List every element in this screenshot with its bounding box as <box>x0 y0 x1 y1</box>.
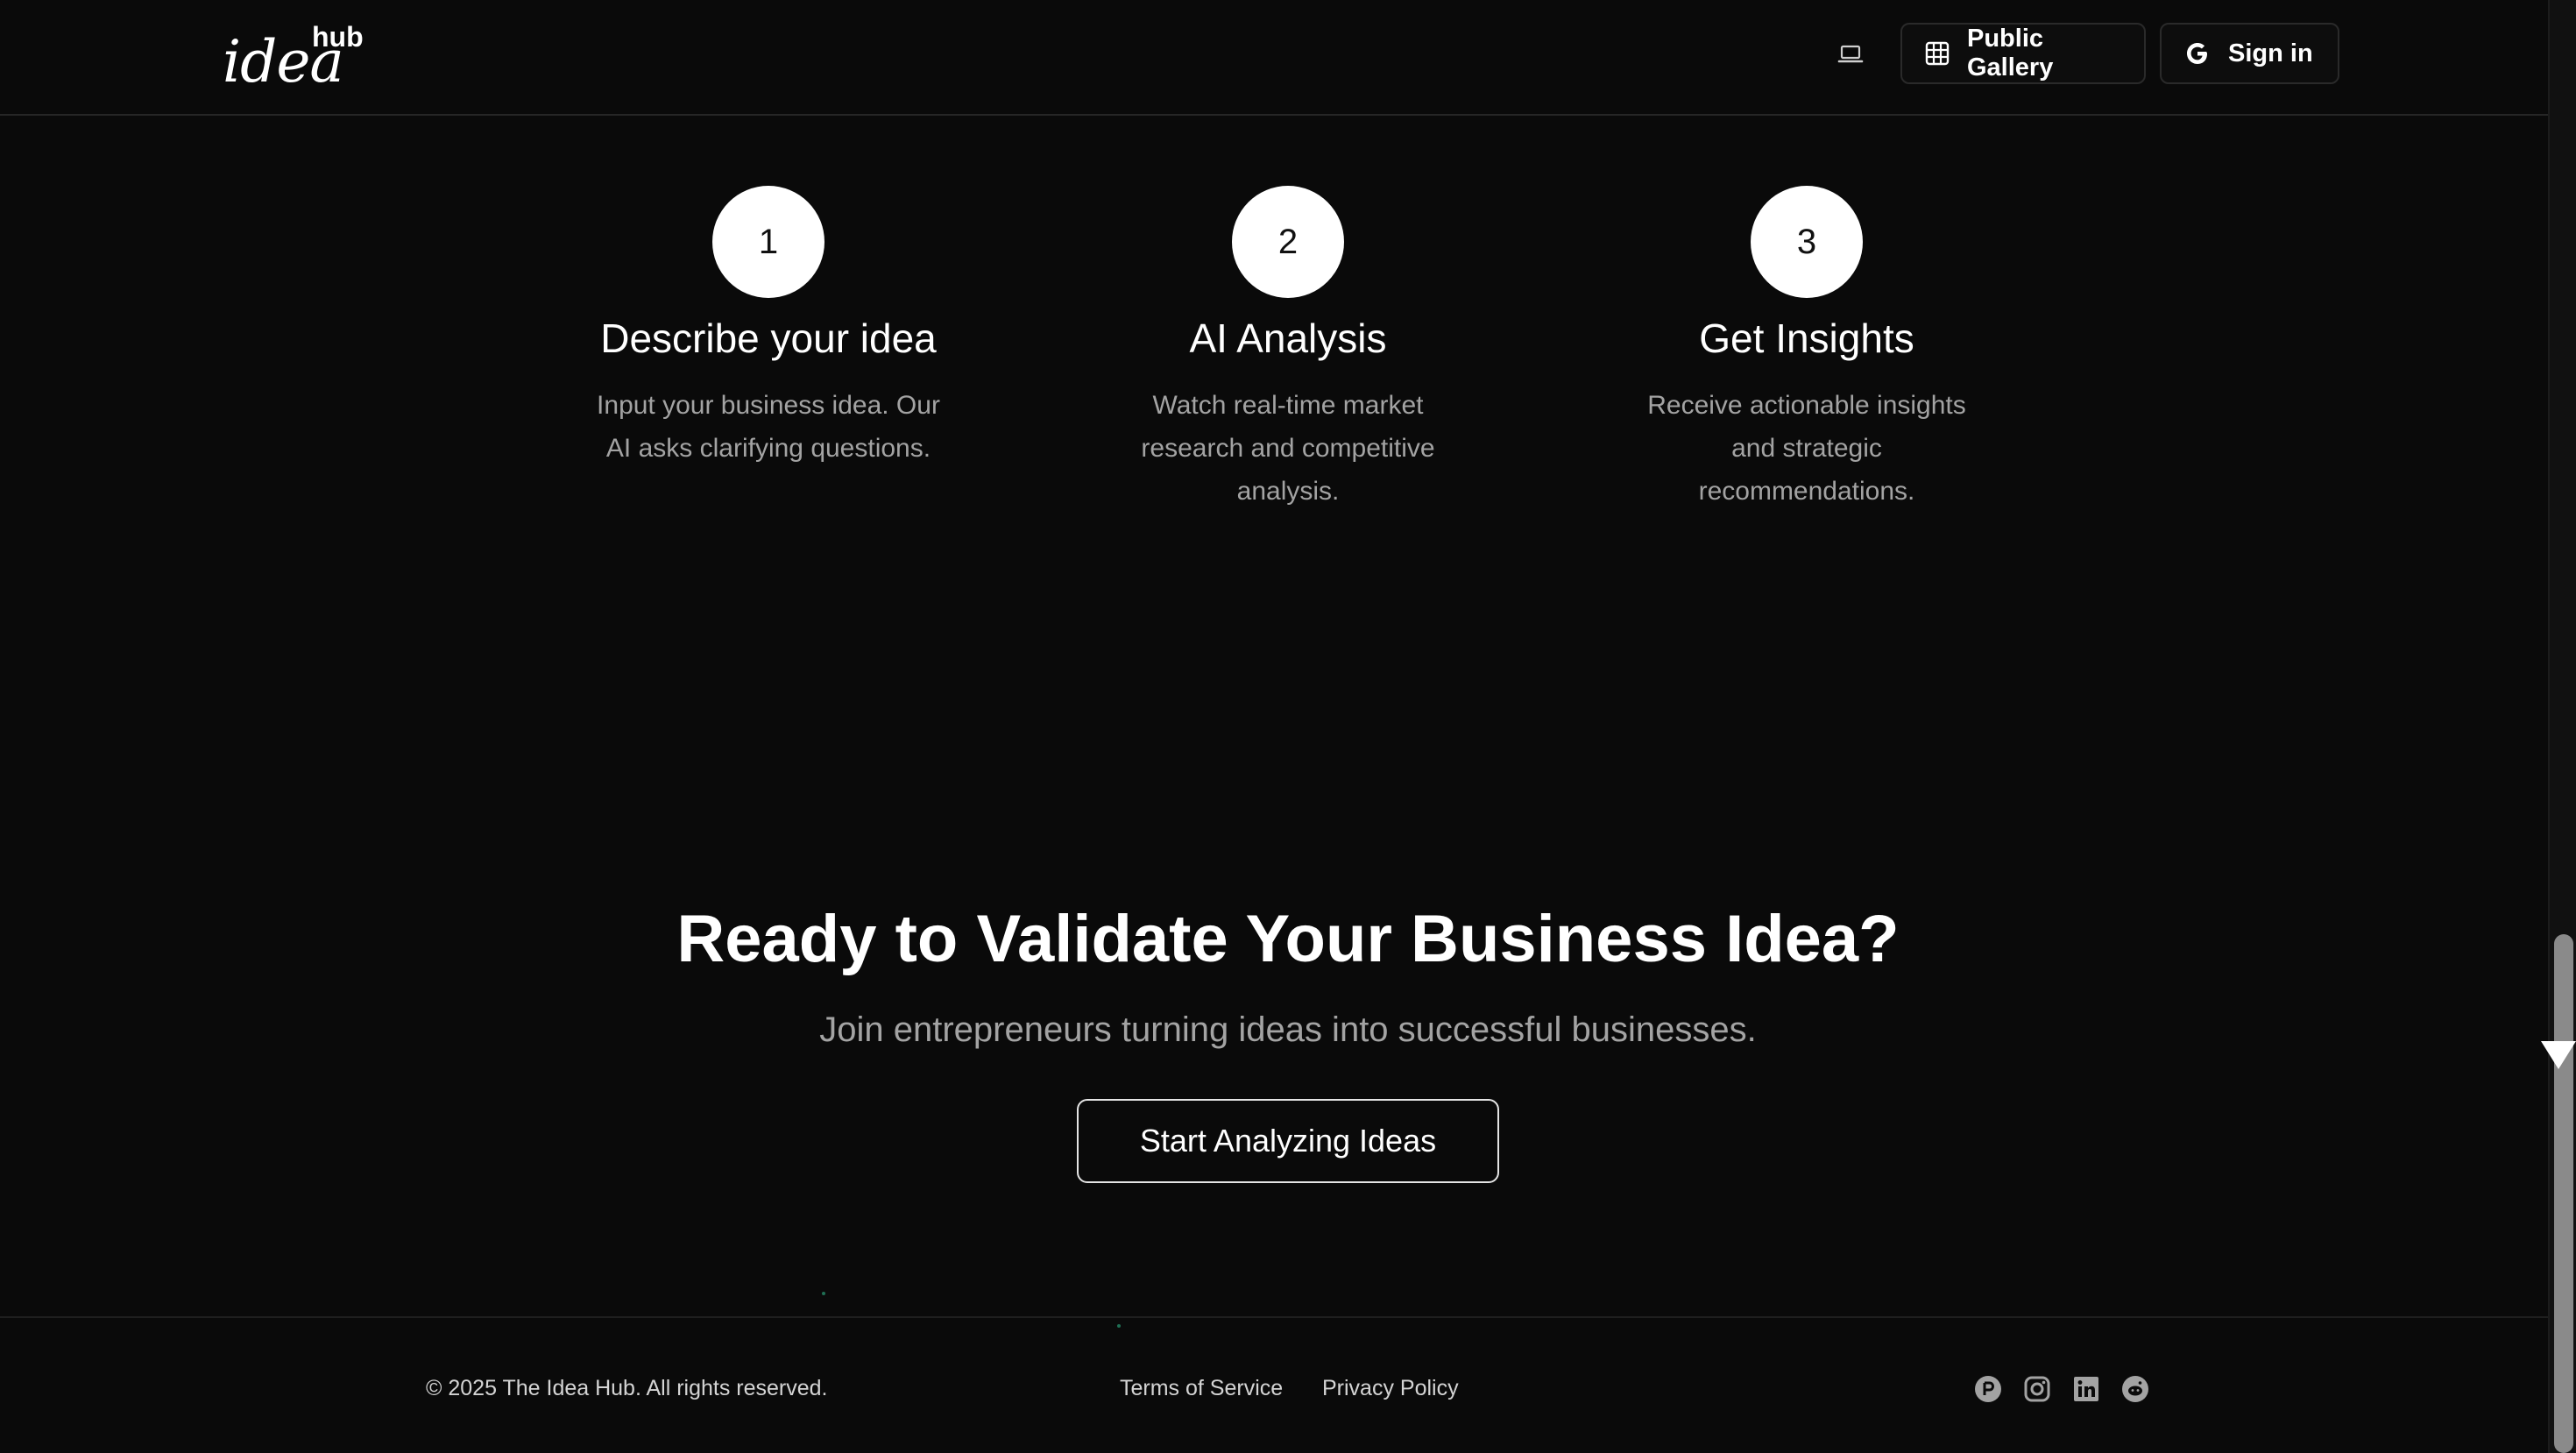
privacy-link[interactable]: Privacy Policy <box>1322 1376 1459 1401</box>
sign-in-button[interactable]: Sign in <box>2160 23 2339 84</box>
public-gallery-button[interactable]: Public Gallery <box>1900 23 2146 84</box>
step-card-1: 1 Describe your idea Input your business… <box>584 186 952 470</box>
step-description: Input your business idea. Our AI asks cl… <box>597 391 940 463</box>
producthunt-icon <box>1975 1376 2001 1402</box>
step-number-badge: 3 <box>1751 186 1863 298</box>
producthunt-link[interactable] <box>1973 1374 2003 1404</box>
step-number-badge: 1 <box>712 186 824 298</box>
logo-superscript: hub <box>312 21 364 53</box>
instagram-icon <box>2024 1376 2050 1402</box>
step-title: Describe your idea <box>600 315 937 361</box>
instagram-link[interactable] <box>2022 1374 2052 1404</box>
start-analyzing-button[interactable]: Start Analyzing Ideas <box>1077 1099 1499 1183</box>
footer: © 2025 The Idea Hub. All rights reserved… <box>0 1316 2548 1453</box>
step-description: Watch real-time market research and comp… <box>1141 391 1435 506</box>
copyright-text: © 2025 The Idea Hub. All rights reserved… <box>426 1376 828 1400</box>
grid-icon <box>1925 41 1950 66</box>
scrollbar-thumb[interactable] <box>2554 934 2573 1453</box>
step-description: Receive actionable insights and strategi… <box>1647 391 1966 506</box>
logo[interactable]: idea hub <box>223 21 380 96</box>
reddit-icon <box>2122 1376 2148 1402</box>
sign-in-label: Sign in <box>2228 39 2313 67</box>
step-title: Get Insights <box>1699 315 1914 361</box>
cursor-pointer-icon <box>2541 1041 2576 1069</box>
linkedin-icon <box>2074 1377 2098 1401</box>
linkedin-link[interactable] <box>2071 1374 2101 1404</box>
page-scrollbar[interactable] <box>2548 0 2576 1453</box>
top-nav: idea hub Public Gallery Sign in <box>0 0 2548 116</box>
step-card-2: 2 AI Analysis Watch real-time market res… <box>1104 186 1472 513</box>
decorative-dot <box>822 1292 825 1295</box>
page: idea hub Public Gallery Sign in 1 Descri… <box>0 0 2576 1453</box>
cta-subheading: Join entrepreneurs turning ideas into su… <box>819 1010 1757 1049</box>
google-icon <box>2187 43 2207 64</box>
step-number-badge: 2 <box>1232 186 1344 298</box>
cta-heading: Ready to Validate Your Business Idea? <box>676 902 1900 976</box>
reddit-link[interactable] <box>2120 1374 2150 1404</box>
public-gallery-label: Public Gallery <box>1967 25 2054 82</box>
laptop-icon <box>1837 45 1864 63</box>
step-title: AI Analysis <box>1189 315 1387 361</box>
terms-link[interactable]: Terms of Service <box>1120 1376 1283 1401</box>
step-card-3: 3 Get Insights Receive actionable insigh… <box>1623 186 1991 513</box>
theme-toggle-button[interactable] <box>1831 35 1870 74</box>
